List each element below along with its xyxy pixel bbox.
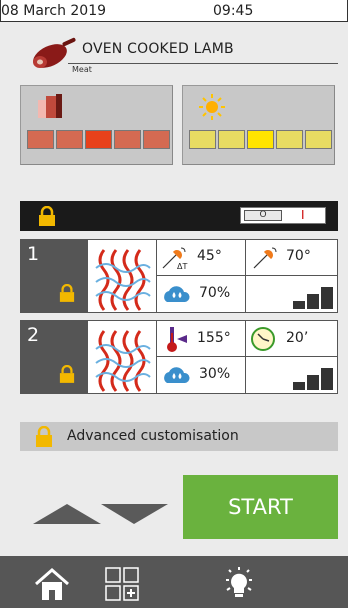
humidity-cloud-icon bbox=[164, 286, 190, 302]
browning-level-segment-3[interactable] bbox=[247, 130, 274, 149]
padlock-icon bbox=[59, 365, 75, 383]
thermometer-icon bbox=[167, 327, 187, 352]
light-bulb-icon[interactable] bbox=[221, 566, 257, 602]
toggle-off-label: O bbox=[244, 210, 282, 221]
cooking-level-bar[interactable] bbox=[27, 130, 170, 149]
phase-number: 2 bbox=[27, 324, 40, 346]
padlock-icon bbox=[39, 206, 55, 226]
chamber-temp-cell[interactable]: 155° bbox=[157, 321, 245, 357]
start-button[interactable]: START bbox=[183, 475, 338, 539]
cooking-level-selector[interactable] bbox=[20, 85, 173, 165]
recipe-title: OVEN COOKED LAMB bbox=[82, 41, 234, 57]
meat-doneness-icon bbox=[38, 94, 62, 118]
combi-steam-icon bbox=[87, 240, 157, 312]
humidity-value: 30% bbox=[199, 366, 231, 382]
padlock-icon bbox=[36, 426, 52, 447]
sun-icon bbox=[199, 94, 225, 120]
browning-level-segment-1[interactable] bbox=[189, 130, 216, 149]
title-underline bbox=[68, 63, 338, 64]
core-temp-cell[interactable]: 70° bbox=[245, 240, 337, 276]
scroll-arrows bbox=[33, 504, 168, 524]
time-value: 20’ bbox=[286, 330, 309, 346]
toggle-on-label: I bbox=[301, 208, 305, 222]
browning-level-bar[interactable] bbox=[189, 130, 332, 149]
recipe-header: OVEN COOKED LAMB Meat bbox=[20, 33, 338, 75]
core-temp-value: 70° bbox=[286, 248, 311, 264]
phase-1-card[interactable]: 1 ΔT 45° 70° 70% bbox=[20, 239, 338, 313]
browning-level-segment-2[interactable] bbox=[218, 130, 245, 149]
lock-bar: O I bbox=[20, 201, 338, 231]
cooking-level-segment-2[interactable] bbox=[56, 130, 83, 149]
phase-2-card[interactable]: 2 155° 20’ 30% bbox=[20, 320, 338, 394]
status-time: 09:45 bbox=[213, 3, 254, 19]
chamber-temp-value: 155° bbox=[197, 330, 231, 346]
phase-number-box: 2 bbox=[21, 321, 87, 393]
humidity-cloud-icon bbox=[164, 367, 190, 383]
arrow-down-icon[interactable] bbox=[101, 504, 168, 524]
bottom-nav-bar bbox=[0, 556, 348, 608]
core-probe-icon bbox=[253, 247, 277, 269]
humidity-cell[interactable]: 30% bbox=[157, 357, 245, 393]
status-date: 08 March 2019 bbox=[1, 3, 107, 19]
advanced-customisation-label: Advanced customisation bbox=[67, 428, 239, 444]
browning-level-segment-5[interactable] bbox=[305, 130, 332, 149]
fan-speed-bars-icon bbox=[293, 368, 333, 390]
browning-level-selector[interactable] bbox=[182, 85, 335, 165]
phase-number: 1 bbox=[27, 243, 40, 265]
cooking-level-segment-1[interactable] bbox=[27, 130, 54, 149]
cooking-level-segment-3[interactable] bbox=[85, 130, 112, 149]
fan-speed-cell[interactable] bbox=[245, 276, 337, 312]
padlock-icon bbox=[59, 284, 75, 302]
recipe-category: Meat bbox=[72, 65, 92, 74]
clock-icon bbox=[251, 327, 275, 351]
combi-steam-icon bbox=[87, 321, 157, 393]
humidity-value: 70% bbox=[199, 285, 231, 301]
status-bar: 08 March 2019 09:45 bbox=[0, 0, 348, 22]
probe-delta-temp-value: 45° bbox=[197, 248, 222, 264]
advanced-customisation-button[interactable]: Advanced customisation bbox=[20, 422, 338, 451]
grid-add-icon[interactable] bbox=[104, 566, 140, 602]
humidity-cell[interactable]: 70% bbox=[157, 276, 245, 312]
lock-toggle-switch[interactable]: O I bbox=[240, 207, 326, 224]
cooking-level-segment-4[interactable] bbox=[114, 130, 141, 149]
phase-number-box: 1 bbox=[21, 240, 87, 312]
probe-delta-temp-cell[interactable]: ΔT 45° bbox=[157, 240, 245, 276]
fan-speed-cell[interactable] bbox=[245, 357, 337, 393]
fan-speed-bars-icon bbox=[293, 287, 333, 309]
time-cell[interactable]: 20’ bbox=[245, 321, 337, 357]
home-icon[interactable] bbox=[32, 564, 72, 604]
delta-t-label: ΔT bbox=[177, 262, 188, 271]
arrow-up-icon[interactable] bbox=[33, 504, 101, 524]
cooking-level-segment-5[interactable] bbox=[143, 130, 170, 149]
browning-level-segment-4[interactable] bbox=[276, 130, 303, 149]
